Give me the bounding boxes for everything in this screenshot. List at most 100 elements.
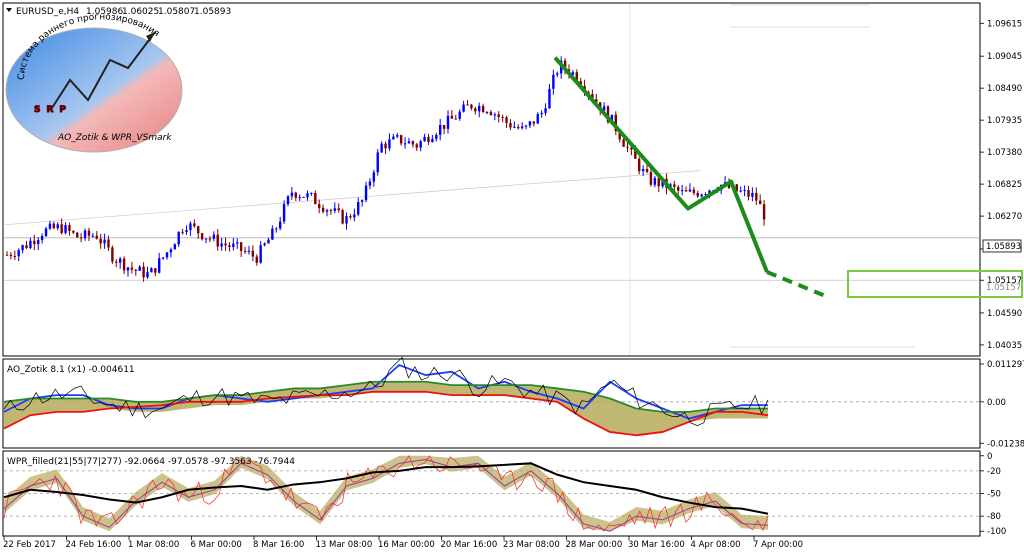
candle-body xyxy=(48,223,52,229)
candle-body xyxy=(165,252,169,258)
candle-body xyxy=(220,243,223,247)
candle-body xyxy=(56,224,59,229)
candle-body xyxy=(641,168,645,172)
candle-body xyxy=(493,114,497,116)
candle-body xyxy=(142,266,145,278)
candle-body xyxy=(83,230,87,239)
candle-body xyxy=(60,224,63,234)
candle-body xyxy=(314,193,317,205)
price-tick-label: 1.04035 xyxy=(987,341,1022,351)
candle-body xyxy=(310,193,313,195)
candle-body xyxy=(478,105,481,112)
time-tick-label: 28 Mar 00:00 xyxy=(566,540,623,550)
symbol-label: EURUSD_e,H4 xyxy=(16,7,79,17)
logo-big-text: SRP xyxy=(34,105,72,115)
candle-body xyxy=(653,178,657,185)
candle-body xyxy=(411,141,415,145)
wpr-tick-label: -20 xyxy=(987,467,1001,477)
candle-body xyxy=(454,118,457,120)
candle-body xyxy=(419,141,422,148)
candle-body xyxy=(524,125,528,127)
candle-body xyxy=(263,243,266,246)
candle-body xyxy=(337,208,340,211)
wpr-tick-label: -80 xyxy=(987,512,1001,522)
candle-body xyxy=(64,225,67,234)
candle-body xyxy=(688,189,692,192)
candle-body xyxy=(739,190,742,192)
candle-body xyxy=(435,134,438,139)
candle-body xyxy=(243,250,247,252)
candle-body xyxy=(341,210,344,224)
candle-body xyxy=(37,240,40,245)
candle-body xyxy=(33,240,36,245)
candle-body xyxy=(751,192,754,197)
candle-body xyxy=(232,243,235,248)
candle-body xyxy=(267,239,270,244)
candle-body xyxy=(368,181,372,186)
candle-body xyxy=(72,230,75,233)
candle-body xyxy=(239,242,243,251)
price-tick-label: 1.06825 xyxy=(987,180,1022,190)
candle-body xyxy=(345,216,348,224)
chart-window: 1.09615 1.09045 1.08490 1.07935 1.07380 1.068… xyxy=(0,0,1024,553)
candle-body xyxy=(173,244,177,250)
candle-body xyxy=(91,235,95,237)
price-tick-label: 1.04590 xyxy=(987,309,1022,319)
candle-body xyxy=(758,200,762,205)
candle-body xyxy=(325,210,329,212)
candle-body xyxy=(489,112,493,116)
candle-body xyxy=(134,269,137,271)
candle-body xyxy=(396,135,399,137)
candle-body xyxy=(677,186,680,191)
time-tick-label: 16 Mar 00:00 xyxy=(378,540,435,550)
candle-body xyxy=(485,112,489,114)
logo-footer-text: AO_Zotik & WPR_VSmark xyxy=(57,133,172,143)
candle-body xyxy=(25,245,28,249)
candle-body xyxy=(29,240,32,249)
candle-body xyxy=(353,214,356,218)
candle-body xyxy=(692,189,696,193)
candle-body xyxy=(696,192,699,197)
candle-body xyxy=(193,223,196,227)
candle-body xyxy=(364,185,368,201)
candle-body xyxy=(271,228,274,240)
candle-body xyxy=(349,216,352,218)
price-tick-label: 1.06270 xyxy=(987,212,1022,222)
candle-body xyxy=(99,238,102,244)
candle-body xyxy=(115,261,118,263)
candle-body xyxy=(622,139,625,147)
wpr-tick-label: -50 xyxy=(987,490,1001,500)
time-tick-label: 13 Mar 08:00 xyxy=(316,540,373,550)
time-tick-label: 7 Apr 00:00 xyxy=(753,540,803,550)
candle-body xyxy=(548,88,551,109)
candle-body xyxy=(204,238,208,240)
candle-body xyxy=(247,250,251,252)
candle-body xyxy=(532,121,536,124)
candle-body xyxy=(200,233,204,240)
candle-body xyxy=(255,256,258,263)
time-tick-label: 20 Mar 16:00 xyxy=(441,540,498,550)
current-price-label: 1.05893 xyxy=(986,242,1021,252)
time-tick-label: 1 Mar 08:00 xyxy=(128,540,179,550)
candle-body xyxy=(158,258,161,273)
ohlc-open: 1.05986 xyxy=(86,7,123,17)
candle-body xyxy=(403,143,407,145)
candle-body xyxy=(208,238,212,240)
candle-body xyxy=(185,230,188,233)
candle-body xyxy=(68,225,71,231)
candle-body xyxy=(228,245,231,248)
candle-body xyxy=(509,122,512,128)
candle-body xyxy=(470,104,473,109)
candle-body xyxy=(552,74,555,89)
time-tick-label: 30 Mar 16:00 xyxy=(628,540,685,550)
candle-body xyxy=(505,117,508,123)
ao-tick-label: -0.012381 xyxy=(987,439,1024,449)
ao-tick-label: 0.00 xyxy=(987,398,1006,408)
time-tick-label: 8 Mar 16:00 xyxy=(253,540,304,550)
price-tick-label: 1.07380 xyxy=(987,148,1022,158)
candle-body xyxy=(107,239,110,248)
candle-body xyxy=(747,189,750,197)
candle-body xyxy=(743,189,746,191)
candle-body xyxy=(474,108,477,112)
candle-body xyxy=(275,228,278,230)
